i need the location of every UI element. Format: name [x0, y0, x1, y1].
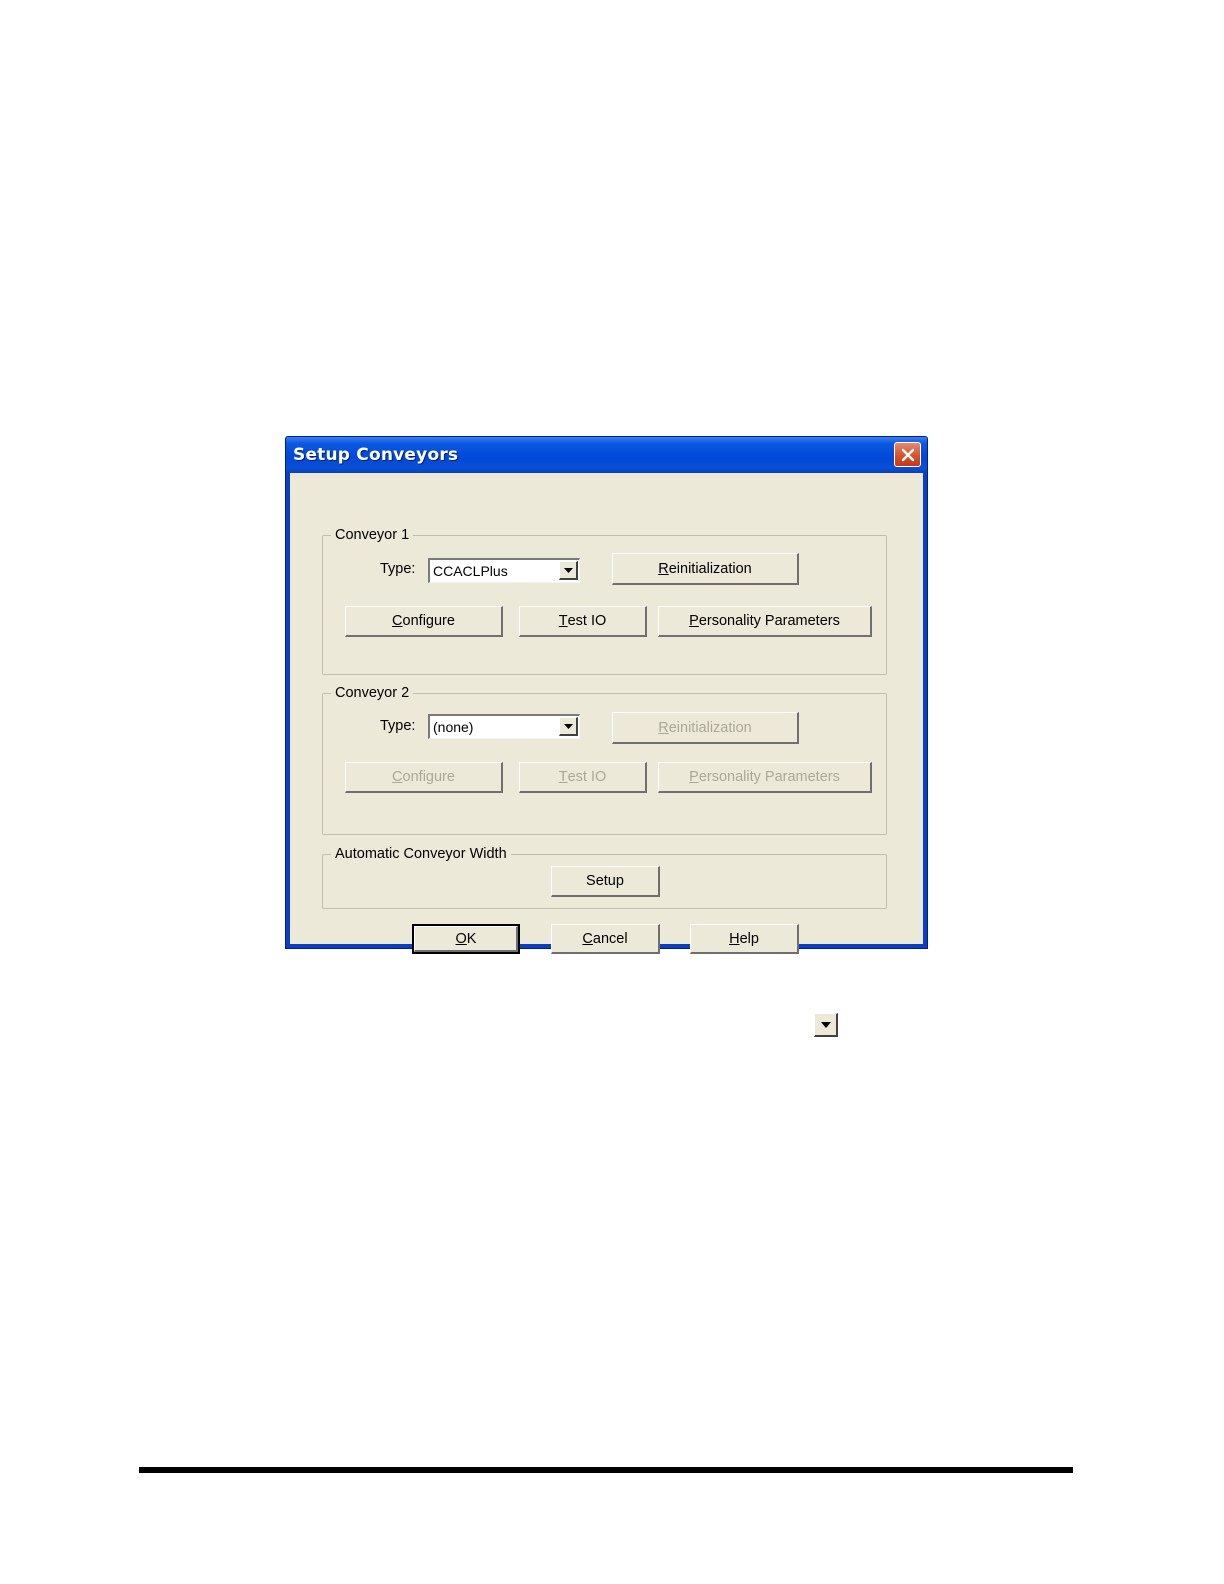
conveyor-2-test-io-accel: T [558, 769, 568, 785]
conveyor-1-type-select[interactable]: CCACLPlus [428, 558, 580, 583]
help-accel: H [729, 930, 740, 947]
conveyor-2-reinitialization-button[interactable]: Reinitialization [612, 712, 799, 744]
chevron-down-icon [563, 723, 573, 729]
conveyor-2-type-dropdown-button[interactable] [559, 717, 578, 736]
cancel-button[interactable]: Cancel [551, 924, 660, 954]
conveyor-2-group-label: Conveyor 2 [331, 684, 414, 702]
conveyor-1-personality-label: ersonality Parameters [698, 613, 840, 629]
cancel-accel: C [582, 930, 593, 947]
conveyor-1-test-io-label: est IO [567, 613, 607, 629]
dialog-body: Conveyor 1 Type: CCACLPlus Reinitializat… [290, 473, 923, 954]
dropdown-arrow-illustration [814, 1013, 838, 1037]
conveyor-2-personality-accel: P [689, 769, 699, 785]
footer-rule [139, 1467, 1073, 1473]
ok-label: K [466, 931, 477, 947]
auto-width-setup-button[interactable]: Setup [551, 866, 660, 897]
conveyor-1-test-io-button[interactable]: Test IO [519, 606, 647, 637]
dialog-titlebar[interactable]: Setup Conveyors [286, 437, 927, 473]
setup-conveyors-dialog: Setup Conveyors Conveyor 1 Type: CCACLPl… [285, 436, 928, 954]
conveyor-2-configure-accel: C [392, 769, 403, 785]
conveyor-1-reinitialization-accel: R [658, 560, 669, 577]
help-label: elp [739, 930, 759, 947]
conveyor-2-group: Conveyor 2 Type: (none) Reinitialization… [322, 684, 887, 835]
conveyor-2-test-io-button[interactable]: Test IO [519, 762, 647, 793]
conveyor-2-personality-label: ersonality Parameters [698, 769, 840, 785]
chevron-down-icon [820, 1021, 831, 1028]
conveyor-1-group-label: Conveyor 1 [331, 526, 414, 544]
automatic-conveyor-width-group: Automatic Conveyor Width Setup [322, 845, 887, 909]
conveyor-1-group: Conveyor 1 Type: CCACLPlus Reinitializat… [322, 526, 887, 675]
conveyor-1-personality-parameters-button[interactable]: Personality Parameters [658, 606, 872, 637]
cancel-label: ancel [592, 930, 628, 947]
conveyor-1-configure-label: onfigure [402, 613, 455, 629]
conveyor-2-configure-label: onfigure [402, 769, 455, 785]
dialog-title: Setup Conveyors [293, 445, 459, 465]
conveyor-1-type-dropdown-button[interactable] [559, 561, 578, 580]
conveyor-2-personality-parameters-button[interactable]: Personality Parameters [658, 762, 872, 793]
conveyor-2-configure-button[interactable]: Configure [345, 762, 503, 793]
conveyor-1-configure-accel: C [392, 613, 403, 629]
conveyor-2-test-io-label: est IO [567, 769, 607, 785]
help-button[interactable]: Help [690, 924, 799, 954]
conveyor-1-personality-accel: P [689, 613, 699, 629]
automatic-conveyor-width-label: Automatic Conveyor Width [331, 845, 511, 863]
conveyor-2-type-label: Type: [380, 718, 416, 734]
conveyor-2-reinitialization-label: einitialization [668, 719, 752, 736]
ok-button[interactable]: OK [412, 924, 520, 954]
conveyor-2-type-value: (none) [433, 719, 474, 735]
conveyor-1-reinitialization-label: einitialization [668, 560, 752, 577]
close-icon [901, 448, 914, 461]
conveyor-2-type-select[interactable]: (none) [428, 714, 580, 739]
chevron-down-icon [563, 567, 573, 573]
conveyor-1-configure-button[interactable]: Configure [345, 606, 503, 637]
conveyor-2-reinitialization-accel: R [658, 719, 669, 736]
ok-accel: O [455, 931, 467, 947]
conveyor-1-type-label: Type: [380, 561, 416, 577]
close-button[interactable] [894, 442, 921, 467]
conveyor-1-type-value: CCACLPlus [433, 563, 508, 579]
conveyor-1-reinitialization-button[interactable]: Reinitialization [612, 553, 799, 585]
conveyor-1-test-io-accel: T [558, 613, 568, 629]
